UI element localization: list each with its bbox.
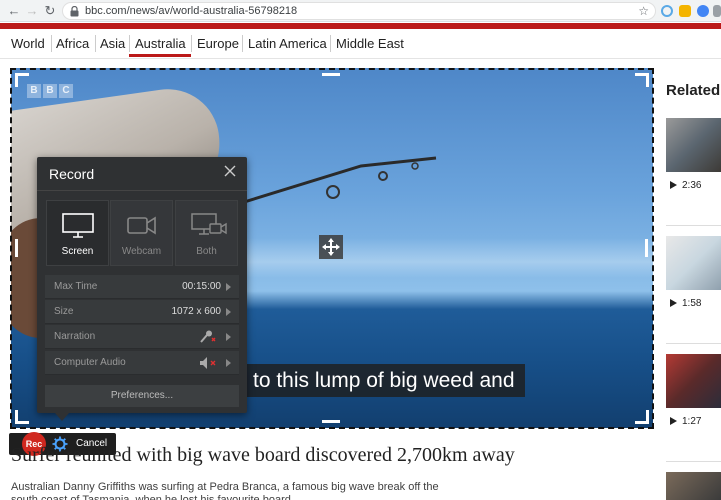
play-icon xyxy=(670,417,677,425)
max-time-option[interactable]: Max Time 00:15:00 xyxy=(45,275,239,299)
chevron-right-icon xyxy=(226,333,231,341)
video-duration: 1:58 xyxy=(682,298,702,309)
nav-divider xyxy=(95,35,96,52)
nav-africa[interactable]: Africa xyxy=(56,36,89,51)
article-headline: Surfer reunited with big wave board disc… xyxy=(11,444,515,466)
related-video-item[interactable]: 1:27 xyxy=(666,354,721,462)
nav-europe[interactable]: Europe xyxy=(197,36,239,51)
computer-audio-option[interactable]: Computer Audio xyxy=(45,351,239,375)
resize-handle-top[interactable] xyxy=(322,73,340,76)
chevron-right-icon xyxy=(226,359,231,367)
reload-icon[interactable]: ↻ xyxy=(42,3,58,19)
record-panel: Record Screen Webcam Both Max Time 00:15… xyxy=(37,157,247,421)
nav-divider xyxy=(51,35,52,52)
webcam-icon xyxy=(127,216,156,235)
url-text: bbc.com/news/av/world-australia-56798218 xyxy=(85,5,298,17)
nav-middle-east[interactable]: Middle East xyxy=(336,36,404,51)
lock-icon xyxy=(70,6,79,17)
nav-divider xyxy=(242,35,243,52)
nav-australia[interactable]: Australia xyxy=(135,36,186,51)
back-icon[interactable]: ← xyxy=(6,3,22,19)
size-option[interactable]: Size 1072 x 600 xyxy=(45,300,239,324)
nav-latin-america[interactable]: Latin America xyxy=(248,36,327,51)
related-thumbnail xyxy=(666,354,721,408)
active-nav-underline xyxy=(129,54,191,57)
related-thumbnail xyxy=(666,118,721,172)
related-heading: Related xyxy=(666,82,721,99)
address-bar[interactable]: bbc.com/news/av/world-australia-56798218… xyxy=(62,2,656,20)
play-icon xyxy=(670,181,677,189)
forward-icon[interactable]: → xyxy=(24,3,40,19)
microphone-muted-icon xyxy=(200,330,216,343)
resize-corner-bottom-left[interactable] xyxy=(15,410,29,424)
bookmark-star-icon[interactable]: ☆ xyxy=(638,4,649,18)
speaker-muted-icon xyxy=(200,357,216,369)
record-panel-header: Record xyxy=(37,157,247,191)
resize-handle-left[interactable] xyxy=(15,239,18,257)
narration-option[interactable]: Narration xyxy=(45,325,239,349)
record-panel-title: Record xyxy=(49,166,95,182)
article-summary: Australian Danny Griffiths was surfing a… xyxy=(11,481,439,500)
extension-circle-icon[interactable] xyxy=(697,5,709,17)
resize-handle-right[interactable] xyxy=(645,239,648,257)
record-panel-pointer xyxy=(55,413,69,421)
related-video-item[interactable]: 1:58 xyxy=(666,236,721,344)
monitor-icon xyxy=(62,213,94,238)
nav-divider xyxy=(191,35,192,52)
close-icon[interactable] xyxy=(223,164,237,178)
mode-webcam-button[interactable]: Webcam xyxy=(110,200,173,266)
video-duration: 1:27 xyxy=(682,416,702,427)
related-video-item[interactable]: 2:36 xyxy=(666,118,721,226)
resize-corner-top-right[interactable] xyxy=(635,73,649,87)
resize-corner-bottom-right[interactable] xyxy=(635,410,649,424)
chevron-right-icon xyxy=(226,283,231,291)
extension-ring-icon[interactable] xyxy=(661,5,673,17)
extension-folder-icon[interactable] xyxy=(679,5,691,17)
nav-divider xyxy=(330,35,331,52)
play-icon xyxy=(670,299,677,307)
nav-divider xyxy=(129,35,130,52)
extension-more-icon[interactable] xyxy=(713,5,721,17)
browser-toolbar: ← → ↻ bbc.com/news/av/world-australia-56… xyxy=(0,0,721,22)
nav-asia[interactable]: Asia xyxy=(100,36,125,51)
related-thumbnail xyxy=(666,236,721,290)
mode-screen-button[interactable]: Screen xyxy=(46,200,109,266)
screen-and-webcam-icon xyxy=(191,213,227,235)
resize-corner-top-left[interactable] xyxy=(15,73,29,87)
resize-handle-bottom[interactable] xyxy=(322,420,340,423)
related-thumbnail[interactable] xyxy=(666,472,721,500)
video-duration: 2:36 xyxy=(682,180,702,191)
nav-world[interactable]: World xyxy=(11,36,45,51)
preferences-button[interactable]: Preferences... xyxy=(45,385,239,407)
chevron-right-icon xyxy=(226,308,231,316)
region-nav: World Africa Asia Australia Europe Latin… xyxy=(0,29,721,59)
mode-both-button[interactable]: Both xyxy=(175,200,238,266)
